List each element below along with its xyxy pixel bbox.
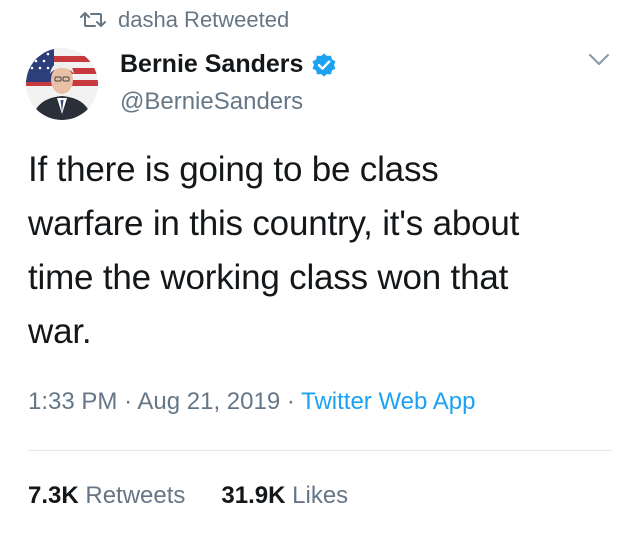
- likes-count: 31.9K: [221, 482, 286, 509]
- retweet-banner-text: dasha Retweeted: [118, 7, 290, 32]
- verified-badge-icon: [312, 53, 336, 76]
- retweet-banner[interactable]: dasha Retweeted: [80, 6, 289, 34]
- tweet-source-link[interactable]: Twitter Web App: [301, 388, 475, 415]
- divider: [28, 450, 612, 451]
- tweet-time[interactable]: 1:33 PM: [28, 388, 117, 415]
- tweet-line: time the working class won that: [28, 258, 509, 297]
- author-name[interactable]: Bernie Sanders: [120, 50, 303, 79]
- separator-dot: ·: [124, 388, 133, 415]
- tweet-line: warfare in this country, it's about: [28, 204, 520, 243]
- tweet-line: war.: [28, 312, 92, 351]
- retweet-icon: [80, 12, 106, 27]
- tweet-text: If there is going to be class warfare in…: [28, 143, 618, 359]
- retweets-stat[interactable]: 7.3K Retweets: [28, 482, 185, 510]
- likes-stat[interactable]: 31.9K Likes: [221, 482, 348, 510]
- separator-dot: ·: [286, 388, 295, 415]
- likes-label: Likes: [292, 482, 349, 509]
- retweets-count: 7.3K: [28, 482, 79, 509]
- chevron-down-icon[interactable]: [588, 52, 610, 68]
- tweet-line: If there is going to be class: [28, 150, 439, 189]
- author-handle[interactable]: @BernieSanders: [120, 88, 303, 116]
- avatar[interactable]: [26, 48, 98, 120]
- author-name-row[interactable]: Bernie Sanders: [120, 50, 337, 79]
- engagement-stats: 7.3K Retweets 31.9K Likes: [28, 482, 348, 510]
- retweets-label: Retweets: [85, 482, 186, 509]
- tweet-date[interactable]: Aug 21, 2019: [137, 388, 280, 415]
- avatar-image: [26, 48, 98, 120]
- tweet-metadata: 1:33 PM · Aug 21, 2019 · Twitter Web App: [28, 388, 475, 416]
